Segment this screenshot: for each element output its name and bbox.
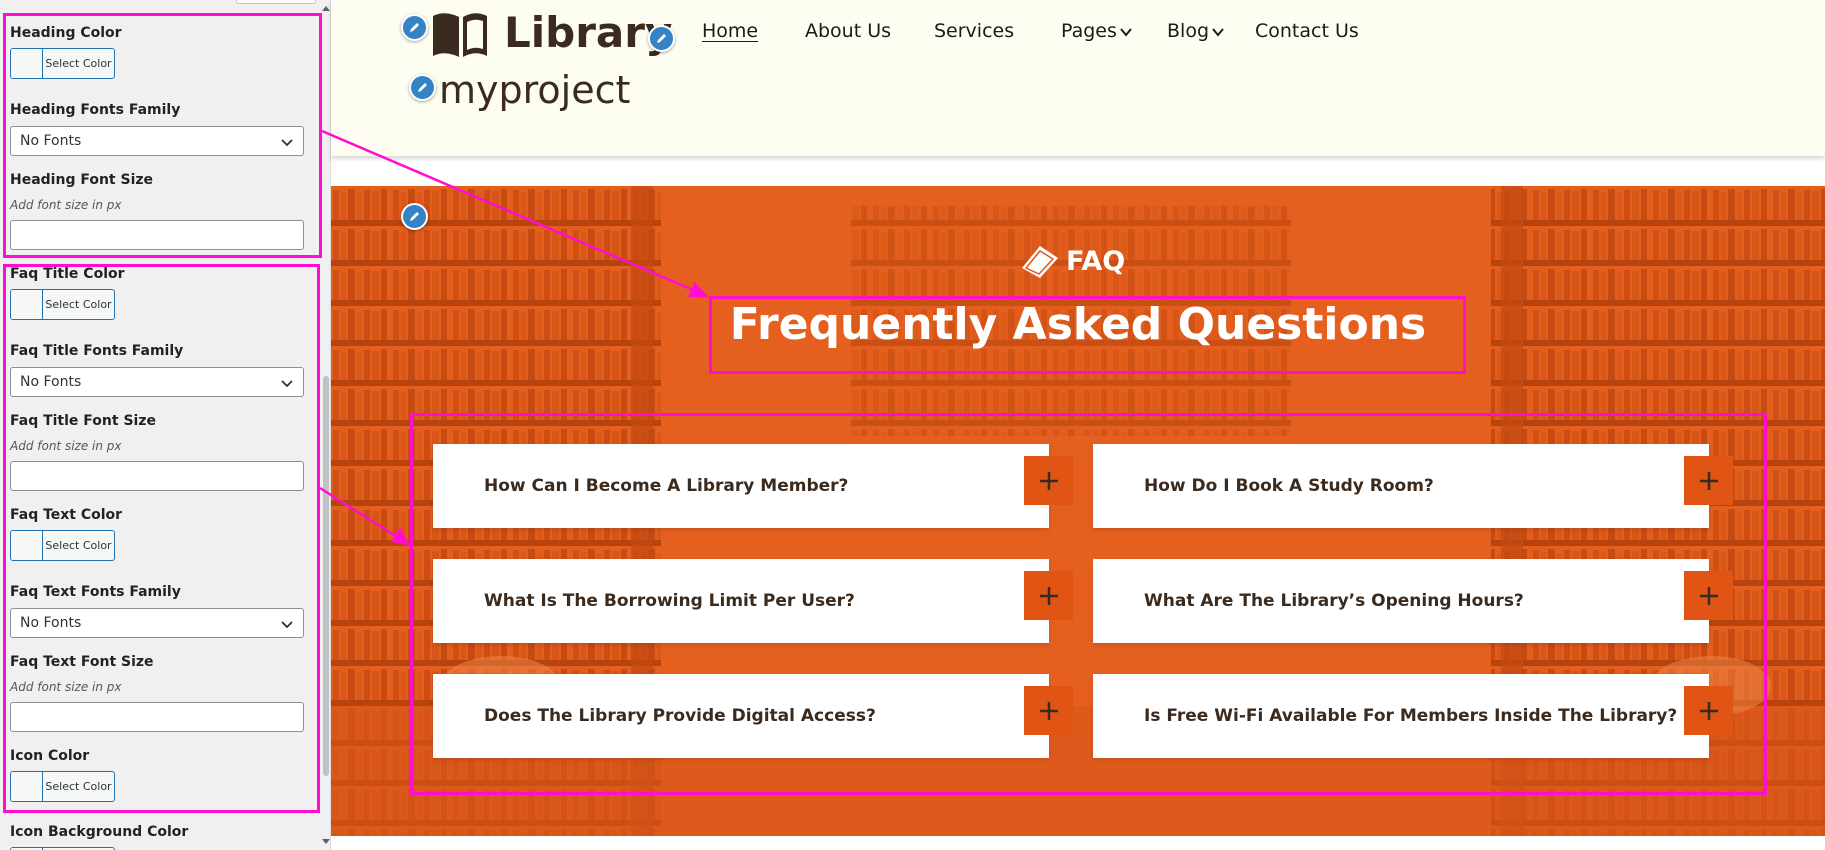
nav-about-us[interactable]: About Us: [805, 20, 891, 42]
faq-title-fonts-family-value: No Fonts: [20, 374, 82, 390]
faq-text-fonts-family-value: No Fonts: [20, 615, 82, 631]
heading-color-label: Heading Color: [10, 25, 122, 41]
icon-color-label: Icon Color: [10, 748, 90, 764]
edit-logo-pencil-icon[interactable]: [401, 14, 428, 41]
edit-title-pencil-icon[interactable]: [409, 74, 436, 101]
faq-subtitle: FAQ: [1018, 242, 1125, 280]
faq-question: Does The Library Provide Digital Access?: [484, 706, 876, 726]
faq-item[interactable]: What Is The Borrowing Limit Per User?: [433, 559, 1073, 643]
chevron-down-icon: [281, 139, 293, 147]
previous-control-stub[interactable]: [236, 0, 316, 4]
logo-text[interactable]: Library: [504, 8, 672, 57]
faq-question: How Do I Book A Study Room?: [1144, 476, 1434, 496]
heading-fonts-family-value: No Fonts: [20, 133, 82, 149]
edit-section-pencil-icon[interactable]: [401, 203, 428, 230]
heading-font-size-input[interactable]: [10, 220, 304, 250]
faq-title-font-size-control: Faq Title Font Size Add font size in px: [10, 412, 304, 491]
faq-text-font-size-label: Faq Text Font Size: [10, 654, 154, 670]
faq-title-color-button-label: Select Color: [45, 298, 112, 311]
scroll-up-icon[interactable]: [322, 6, 330, 11]
faq-text-fonts-family-select[interactable]: No Fonts: [10, 608, 304, 638]
plus-icon[interactable]: [1684, 686, 1733, 735]
nav-services[interactable]: Services: [934, 20, 1014, 42]
icon-color-button-label: Select Color: [45, 780, 112, 793]
plus-icon[interactable]: [1684, 456, 1733, 505]
heading-font-size-label: Heading Font Size: [10, 172, 154, 188]
faq-text-color-label: Faq Text Color: [10, 507, 123, 523]
faq-section: FAQ Frequently Asked Questions How Can I…: [331, 186, 1825, 836]
faq-title-color-swatch: [11, 290, 43, 319]
faq-text-color-control: Faq Text Color Select Color: [10, 506, 304, 561]
heading-fonts-family-select[interactable]: No Fonts: [10, 126, 304, 156]
faq-question: Is Free Wi-Fi Available For Members Insi…: [1144, 706, 1678, 726]
site-title[interactable]: myproject: [439, 68, 630, 112]
site-header: Library myproject Home About Us Services…: [331, 0, 1825, 156]
faq-title-color-label: Faq Title Color: [10, 266, 125, 282]
faq-title-color-button[interactable]: Select Color: [10, 289, 115, 320]
scrollbar-thumb[interactable]: [323, 376, 329, 776]
book-logo-icon: [433, 13, 487, 57]
faq-item[interactable]: What Are The Library’s Opening Hours?: [1093, 559, 1733, 643]
nav-contact-us[interactable]: Contact Us: [1255, 20, 1359, 42]
heading-color-button-label: Select Color: [45, 57, 112, 70]
faq-text-color-button[interactable]: Select Color: [10, 530, 115, 561]
faq-question: What Is The Borrowing Limit Per User?: [484, 591, 855, 611]
chevron-down-icon: [1120, 27, 1132, 37]
faq-text-fonts-family-control: Faq Text Fonts Family No Fonts: [10, 583, 304, 638]
nav-blog[interactable]: Blog: [1167, 20, 1224, 42]
nav-pages-label: Pages: [1061, 20, 1117, 42]
faq-title-fonts-family-select[interactable]: No Fonts: [10, 367, 304, 397]
faq-item[interactable]: Does The Library Provide Digital Access?: [433, 674, 1073, 758]
nav-pages[interactable]: Pages: [1061, 20, 1132, 42]
heading-font-size-hint: Add font size in px: [10, 198, 122, 212]
faq-question: What Are The Library’s Opening Hours?: [1144, 591, 1524, 611]
heading-color-swatch: [11, 49, 43, 78]
chevron-down-icon: [281, 380, 293, 388]
faq-text-color-button-label: Select Color: [45, 539, 112, 552]
plus-icon[interactable]: [1024, 571, 1073, 620]
sidebar-scrollbar[interactable]: [320, 0, 330, 850]
chevron-down-icon: [281, 621, 293, 629]
heading-fonts-family-control: Heading Fonts Family No Fonts: [10, 101, 304, 156]
faq-question: How Can I Become A Library Member?: [484, 476, 849, 496]
heading-color-button[interactable]: Select Color: [10, 48, 115, 79]
tag-icon: [1022, 246, 1058, 278]
faq-title-fonts-family-label: Faq Title Fonts Family: [10, 343, 184, 359]
faq-text-font-size-hint: Add font size in px: [10, 680, 122, 694]
edit-nav-pencil-icon[interactable]: [648, 25, 675, 52]
plus-icon[interactable]: [1024, 686, 1073, 735]
faq-title-color-control: Faq Title Color Select Color: [10, 265, 304, 320]
icon-color-swatch: [11, 772, 43, 801]
faq-title-font-size-input[interactable]: [10, 461, 304, 491]
faq-heading: Frequently Asked Questions: [729, 299, 1427, 350]
scroll-down-icon[interactable]: [322, 839, 330, 844]
site-preview: Library myproject Home About Us Services…: [331, 0, 1825, 850]
customizer-sidebar: Heading Color Select Color Heading Fonts…: [0, 0, 331, 850]
plus-icon[interactable]: [1024, 456, 1073, 505]
faq-text-font-size-input[interactable]: [10, 702, 304, 732]
faq-text-font-size-control: Faq Text Font Size Add font size in px: [10, 653, 304, 732]
faq-item[interactable]: How Can I Become A Library Member?: [433, 444, 1073, 528]
icon-background-color-label: Icon Background Color: [10, 824, 189, 840]
faq-item[interactable]: Is Free Wi-Fi Available For Members Insi…: [1093, 674, 1733, 758]
faq-text-fonts-family-label: Faq Text Fonts Family: [10, 584, 181, 600]
faq-text-color-swatch: [11, 531, 43, 560]
heading-color-control: Heading Color Select Color: [10, 24, 304, 79]
nav-blog-label: Blog: [1167, 20, 1209, 42]
nav-home[interactable]: Home: [702, 20, 758, 42]
faq-title-font-size-label: Faq Title Font Size: [10, 413, 156, 429]
icon-color-button[interactable]: Select Color: [10, 771, 115, 802]
faq-item[interactable]: How Do I Book A Study Room?: [1093, 444, 1733, 528]
heading-fonts-family-label: Heading Fonts Family: [10, 102, 181, 118]
plus-icon[interactable]: [1684, 571, 1733, 620]
faq-title-fonts-family-control: Faq Title Fonts Family No Fonts: [10, 342, 304, 397]
heading-font-size-control: Heading Font Size Add font size in px: [10, 171, 304, 250]
faq-subtitle-text: FAQ: [1066, 245, 1126, 277]
chevron-down-icon: [1212, 27, 1224, 37]
icon-background-color-control: Icon Background Color: [10, 823, 304, 850]
icon-color-control: Icon Color Select Color: [10, 747, 304, 802]
faq-title-font-size-hint: Add font size in px: [10, 439, 122, 453]
